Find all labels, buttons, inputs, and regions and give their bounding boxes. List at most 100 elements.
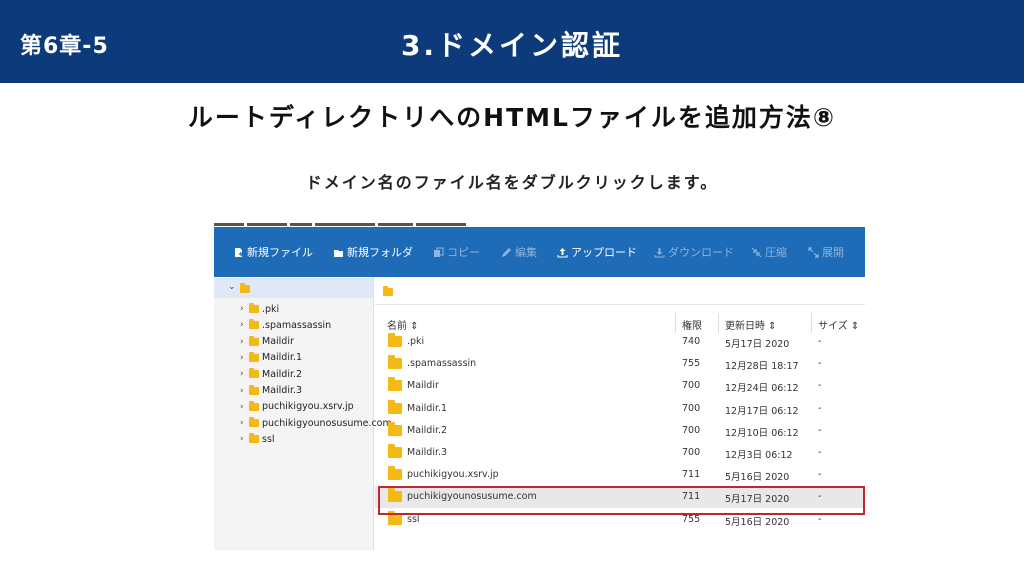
folder-icon [249,384,259,395]
expand-icon [808,246,819,258]
file-row[interactable]: puchikigyou.xsrv.jp 711 5月16日 2020 - [375,464,865,486]
folder-icon [249,303,259,313]
folder-icon [249,433,259,444]
edit-button[interactable]: 編集 [501,244,537,260]
file-size: - [818,402,822,414]
file-name[interactable]: puchikigyou.xsrv.jp [407,469,499,480]
chevron-down-icon[interactable]: ⌄ [228,282,237,292]
file-name[interactable]: .spamassassin [407,358,476,369]
download-button[interactable]: ダウンロード [654,244,734,260]
file-toolbar: 新規ファイル 新規フォルダ コピー 編集 アップロード ダウンロード 圧縮 展開 [214,227,865,277]
chevron-right-icon[interactable]: › [240,304,249,314]
file-name[interactable]: Maildir.2 [407,425,447,436]
folder-icon [388,510,402,525]
upload-button[interactable]: アップロード [557,244,637,260]
chevron-right-icon[interactable]: › [240,353,249,363]
file-name[interactable]: Maildir [407,380,439,391]
path-breadcrumb [375,277,865,305]
tree-item[interactable]: › ssl [240,431,275,447]
file-permission: 700 [682,380,701,392]
folder-icon [249,319,259,330]
tree-item[interactable]: › puchikigyounosusume.com [240,415,392,431]
file-row[interactable]: Maildir 700 12月24日 06:12 - [375,375,865,397]
column-header-size[interactable]: サイズ ⇕ [818,317,859,332]
file-name[interactable]: Maildir.1 [407,403,447,414]
extract-button[interactable]: 展開 [808,244,844,260]
folder-tree: ⌄ › .pki › .spamassassin › Maildir › Maildir.1 ›… [214,277,392,550]
tree-item-label: ssl [262,433,275,445]
folder-icon [388,377,402,392]
step-heading: ルートディレクトリへのHTMLファイルを追加方法⑧ [187,103,837,132]
folder-icon [388,466,402,481]
chevron-right-icon[interactable]: › [240,386,249,396]
folder-icon [388,355,402,370]
new-folder-button[interactable]: 新規フォルダ [333,244,413,260]
file-row[interactable]: .spamassassin 755 12月28日 18:17 - [375,353,865,375]
file-modified: 12月17日 06:12 [725,405,799,417]
chevron-right-icon[interactable]: › [240,402,249,412]
tree-item[interactable]: › Maildir.3 [240,383,302,399]
file-permission: 700 [682,424,701,436]
chevron-right-icon[interactable]: › [240,320,249,330]
chevron-right-icon[interactable]: › [240,434,249,444]
file-name[interactable]: Maildir.3 [407,447,447,458]
step-instruction: ドメイン名のファイル名をダブルクリックします。 [305,173,719,192]
tree-item[interactable]: › Maildir.2 [240,366,302,382]
copy-button[interactable]: コピー [433,244,480,260]
new-folder-icon [333,247,344,258]
column-divider [811,313,812,333]
column-divider [675,313,676,333]
tree-root-folder[interactable]: ⌄ [214,278,373,298]
file-size: - [818,447,822,458]
file-modified: 12月10日 06:12 [725,427,799,439]
folder-icon [249,400,259,411]
file-size: - [818,424,822,436]
chevron-right-icon[interactable]: › [240,337,249,347]
chevron-right-icon[interactable]: › [240,369,249,379]
file-size: - [818,358,822,370]
file-size: - [818,336,822,347]
tree-item[interactable]: › .spamassassin [240,317,331,333]
file-row[interactable]: Maildir.3 700 12月3日 06:12 - [375,442,865,464]
column-header-name[interactable]: 名前 ⇕ [387,317,419,332]
tree-item[interactable]: › Maildir [240,334,294,350]
file-row[interactable]: Maildir.1 700 12月17日 06:12 - [375,398,865,420]
folder-icon [388,399,402,414]
folder-icon [388,444,402,458]
folder-icon [240,283,250,293]
column-header-modified[interactable]: 更新日時 ⇕ [725,317,777,332]
file-permission: 740 [682,336,701,347]
tree-item-label: Maildir [262,336,294,348]
tree-item[interactable]: › Maildir.1 [240,350,302,366]
new-file-icon [233,247,244,258]
tree-item-label: puchikigyou.xsrv.jp [262,401,354,413]
file-permission: 755 [682,513,701,525]
slide-header: 第6章-5 3.ドメイン認証 [0,0,1024,83]
compress-button[interactable]: 圧縮 [751,244,787,260]
selection-highlight-box [378,486,865,515]
file-row[interactable]: Maildir.2 700 12月10日 06:12 - [375,420,865,442]
tree-item-label: Maildir.1 [262,352,303,364]
tree-item-label: puchikigyounosusume.com [262,417,392,429]
file-permission: 755 [682,358,701,370]
file-permission: 700 [682,447,701,458]
file-permission: 700 [682,402,701,414]
chevron-right-icon[interactable]: › [240,418,249,428]
folder-icon [388,333,402,347]
copy-icon [433,247,444,258]
tree-item[interactable]: › .pki [240,301,279,317]
new-file-button[interactable]: 新規ファイル [233,244,313,260]
cropped-top-text [214,211,504,226]
file-row[interactable]: .pki 740 5月17日 2020 - [375,331,865,353]
pencil-icon [501,247,512,258]
folder-icon [249,351,259,362]
tree-item[interactable]: › puchikigyou.xsrv.jp [240,399,354,415]
column-header-permission[interactable]: 権限 [682,317,702,332]
folder-icon[interactable] [383,286,393,296]
tree-item-label: .spamassassin [262,319,332,331]
folder-icon [249,417,259,428]
file-name[interactable]: ssl [407,514,420,525]
tree-item-label: Maildir.3 [262,385,303,396]
file-modified: 12月24日 06:12 [725,383,799,395]
file-name[interactable]: .pki [407,336,424,347]
